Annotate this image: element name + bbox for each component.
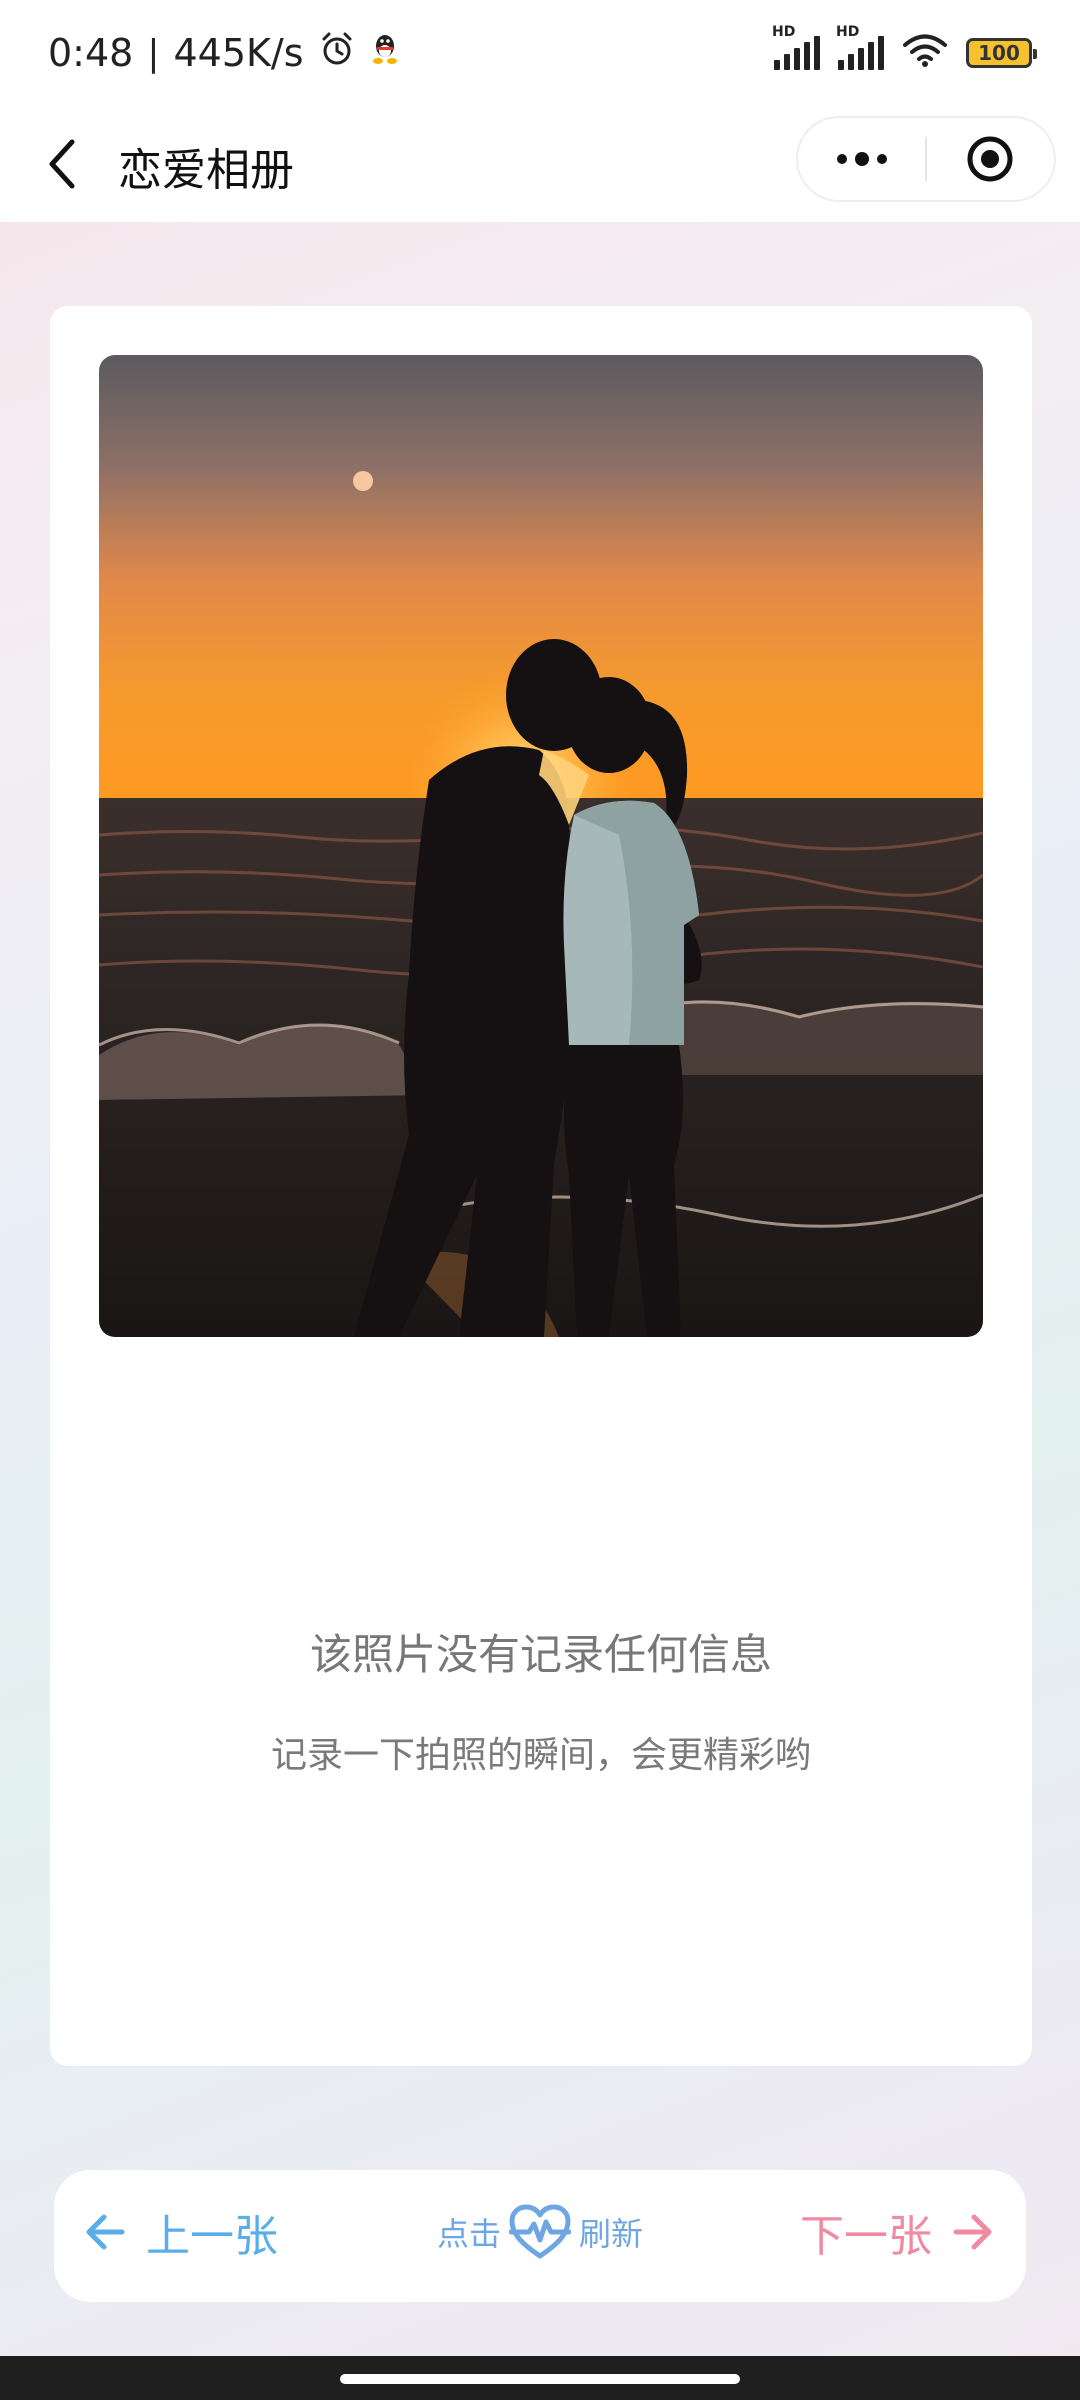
status-left: 0:48 | 445K/s	[48, 30, 400, 77]
prev-photo-button[interactable]: 上一张	[82, 2200, 278, 2264]
network-speed: 445K/s	[173, 31, 304, 75]
battery-icon: 100	[966, 38, 1037, 68]
home-indicator[interactable]	[340, 2374, 740, 2384]
app-root: 0:48 | 445K/s HD HD 100 恋爱相册 该照片没有记录任何信息…	[0, 0, 1080, 2400]
status-separator: |	[147, 32, 160, 74]
more-dots-icon	[836, 152, 887, 166]
wifi-icon	[902, 34, 948, 72]
nav-bar: 恋爱相册	[0, 106, 1080, 222]
more-button[interactable]	[798, 118, 925, 200]
empty-info-subtitle: 记录一下拍照的瞬间，会更精彩哟	[270, 1735, 811, 1776]
arrow-left-icon	[86, 2214, 125, 2250]
photo-image[interactable]	[99, 355, 983, 1337]
refresh-prefix: 点击	[437, 2215, 502, 2253]
refresh-button[interactable]: 点击 刷新	[437, 2204, 643, 2260]
system-nav-area	[0, 2356, 1080, 2400]
battery-level: 100	[978, 41, 1020, 65]
qq-icon	[370, 31, 400, 75]
prev-photo-label: 上一张	[146, 2211, 278, 2262]
signal-icon: HD	[772, 24, 820, 70]
control-bar: 上一张 点击 刷新 下一张	[54, 2170, 1026, 2302]
status-time: 0:48	[48, 31, 134, 75]
close-button[interactable]	[927, 118, 1054, 200]
status-bar: 0:48 | 445K/s HD HD 100	[0, 0, 1080, 106]
alarm-icon	[318, 30, 356, 77]
arrow-right-icon	[953, 2214, 992, 2250]
empty-info-title: 该照片没有记录任何信息	[309, 1630, 772, 1679]
page-title: 恋爱相册	[118, 145, 294, 196]
photo-card: 该照片没有记录任何信息 记录一下拍照的瞬间，会更精彩哟	[50, 306, 1032, 2066]
next-photo-label: 下一张	[800, 2211, 932, 2262]
refresh-suffix: 刷新	[579, 2215, 644, 2253]
mini-program-capsule	[796, 116, 1056, 202]
next-photo-button[interactable]: 下一张	[800, 2200, 996, 2264]
status-right: HD HD 100	[772, 24, 1037, 72]
signal-icon-2: HD	[836, 24, 884, 70]
heartbeat-heart-icon	[509, 2204, 572, 2259]
sunset-couple-photo	[99, 355, 983, 1337]
target-close-icon	[967, 136, 1013, 182]
chevron-left-icon	[49, 139, 75, 189]
back-button[interactable]	[36, 136, 92, 192]
